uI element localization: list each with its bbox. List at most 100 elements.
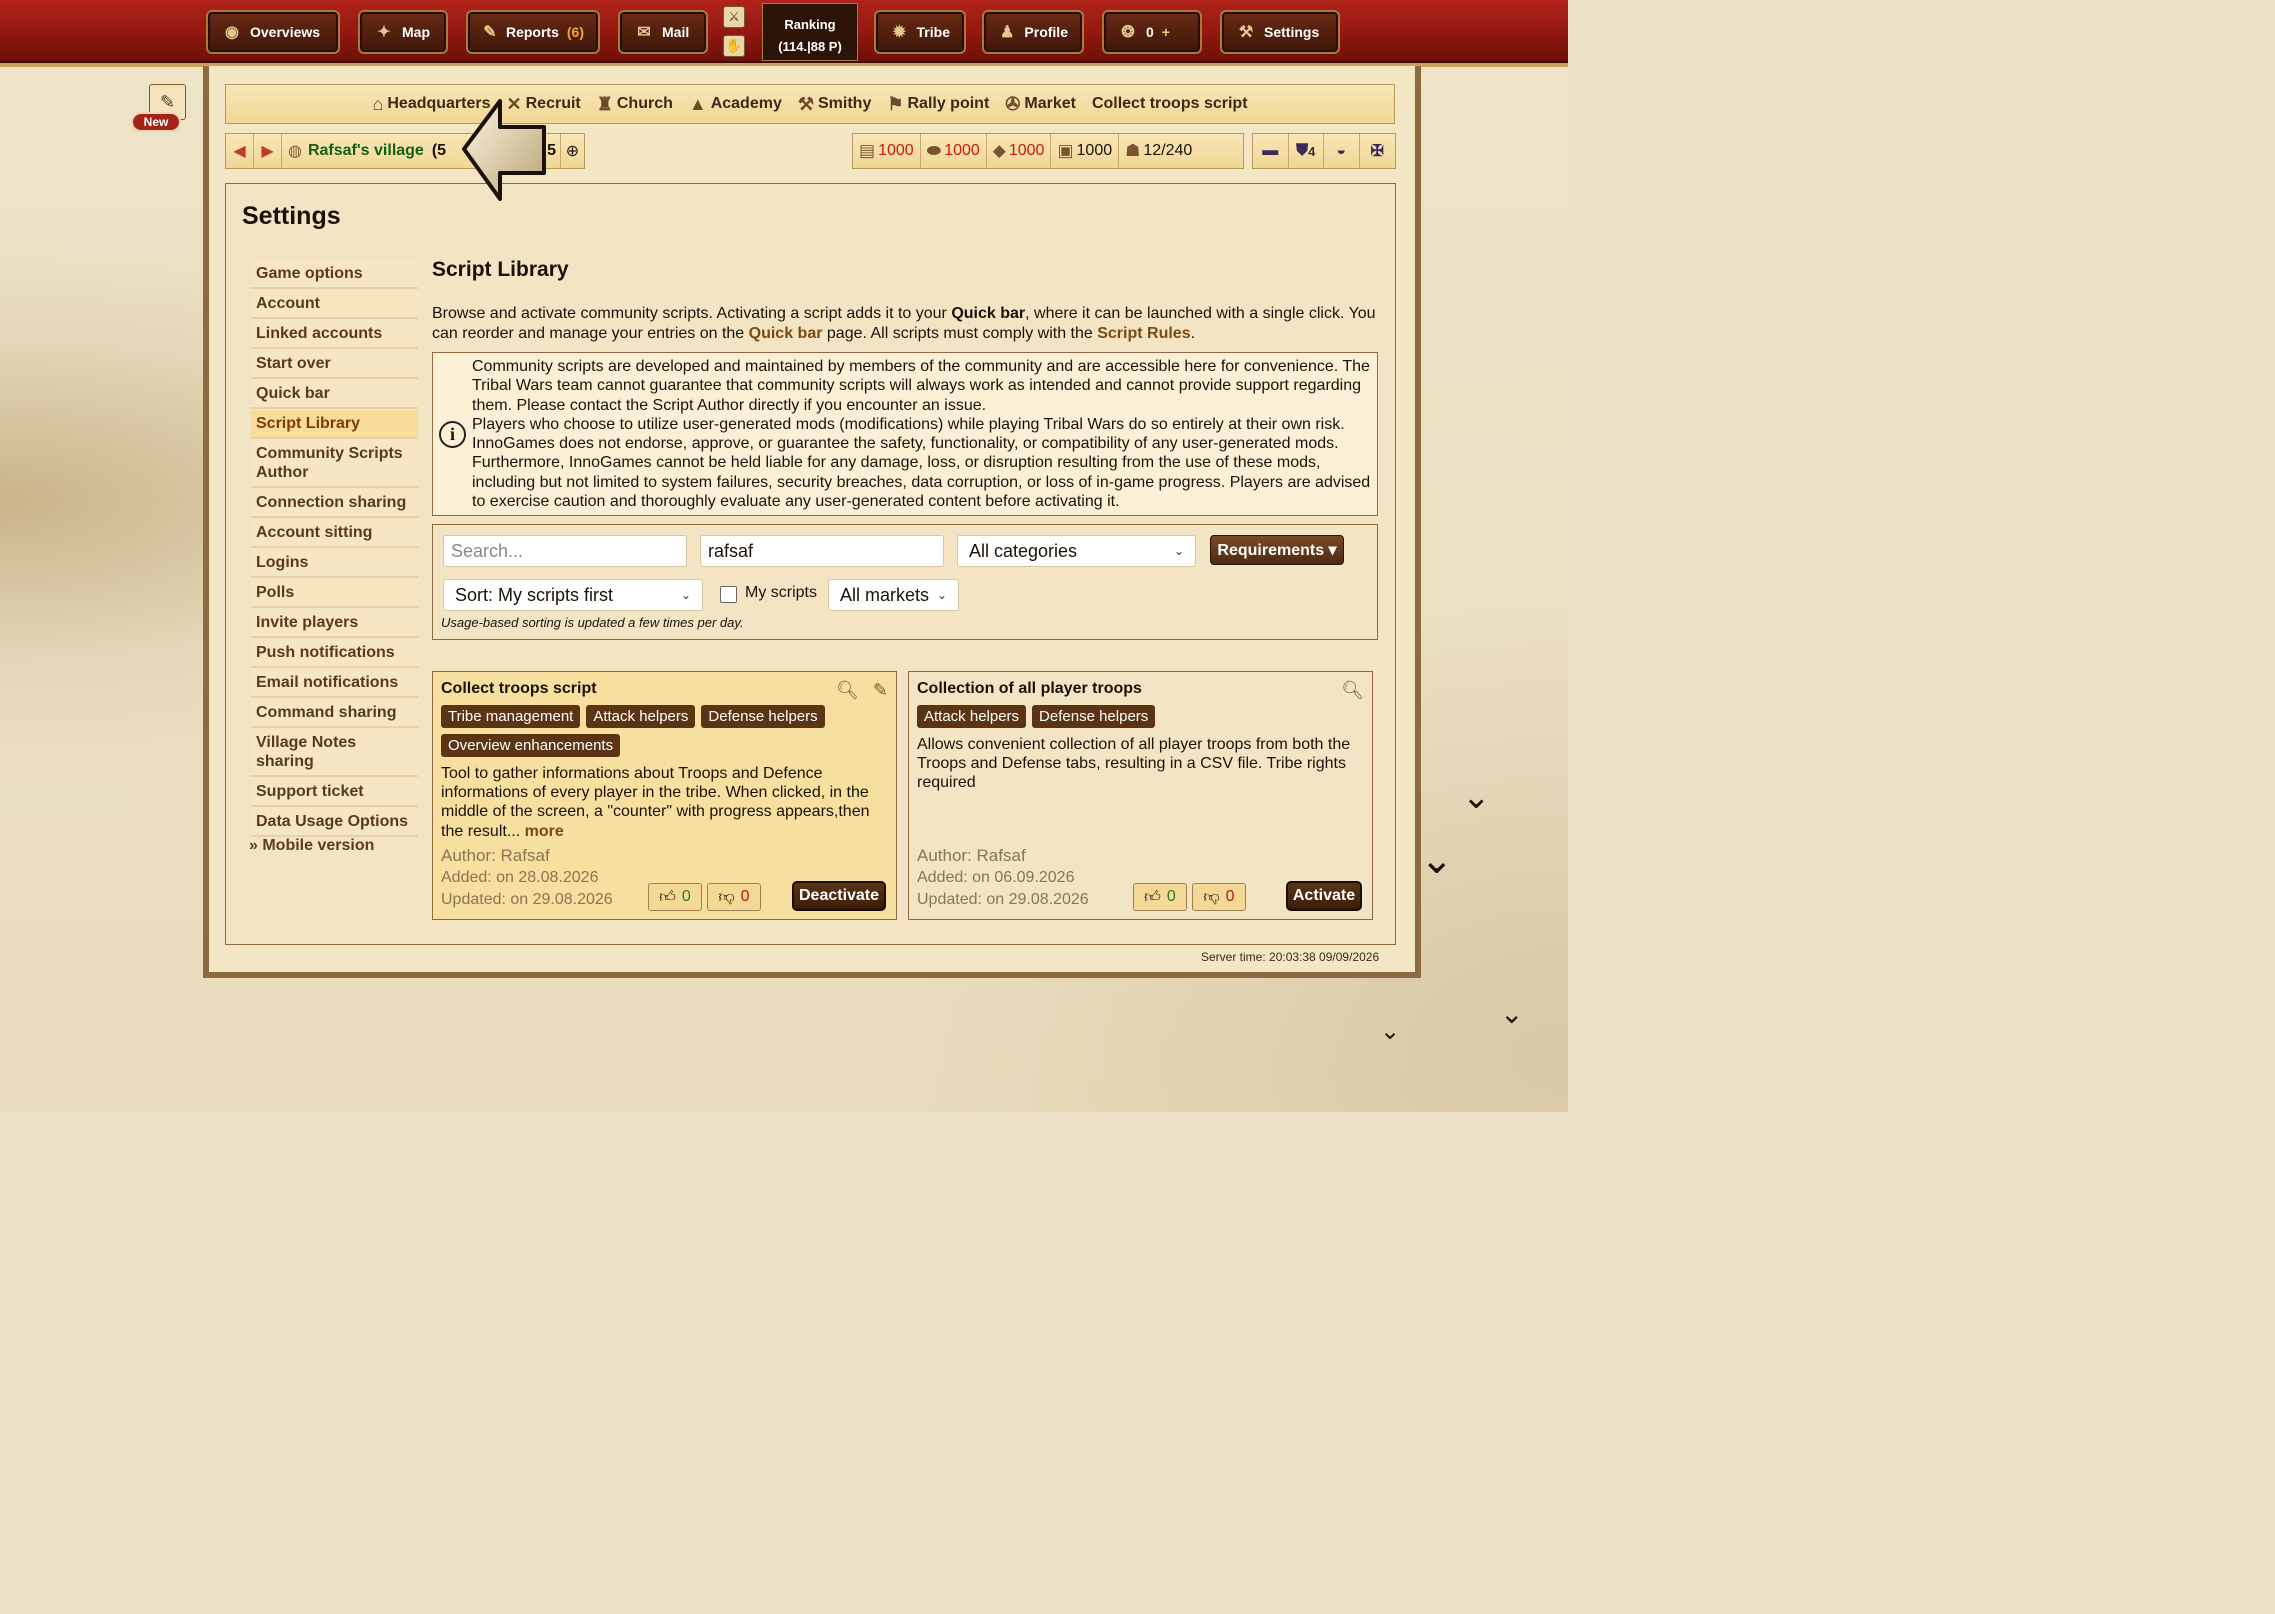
tag: Overview enhancements [441,734,621,757]
map-button[interactable]: ✦ Map [358,10,448,54]
building-academy[interactable]: ▲ Academy [681,94,790,115]
thumbs-down-icon: 👎︎ [1203,888,1220,906]
next-village-arrow-icon[interactable]: ▶ [254,134,282,168]
settings-menu: Game options Account Linked accounts Sta… [251,260,418,838]
anvil-icon: ⚒ [797,93,814,114]
downvote-button[interactable]: 👎︎ 0 [1192,883,1246,911]
my-scripts-label: My scripts [745,584,817,601]
menu-item-email-notifications[interactable]: Email notifications [251,669,418,698]
quickbar-collect-troops-script[interactable]: Collect troops script [1084,95,1256,113]
my-scripts-checkbox[interactable] [720,586,737,603]
menu-item-community-scripts-author[interactable]: Community Scripts Author [251,440,418,488]
menu-item-village-notes-sharing[interactable]: Village Notes sharing [251,729,418,777]
building-smithy[interactable]: ⚒ Smithy [790,94,879,115]
script-rules-link[interactable]: Script Rules [1097,325,1190,342]
menu-item-quick-bar[interactable]: Quick bar [251,380,418,409]
previous-village-arrow-icon[interactable]: ◀ [226,134,254,168]
farm-icon: ☗ [1125,141,1141,160]
profile-button[interactable]: ♟ Profile [982,10,1084,54]
script-author: Author: Rafsaf [917,846,1026,865]
category-select[interactable]: All categories ⌄ [957,535,1196,567]
menu-item-logins[interactable]: Logins [251,549,418,578]
menu-item-command-sharing[interactable]: Command sharing [251,699,418,728]
deactivate-button[interactable]: Deactivate [792,881,886,911]
swords-icon[interactable]: ⚔ [723,6,745,28]
menu-item-start-over[interactable]: Start over [251,350,418,379]
wheel-icon: ✇ [1005,93,1021,114]
reports-button[interactable]: ✎ Reports (6) [466,10,600,54]
script-added: Added: on 28.08.2026 [441,869,599,886]
menu-item-connection-sharing[interactable]: Connection sharing [251,489,418,518]
menu-item-push-notifications[interactable]: Push notifications [251,639,418,668]
population-resource[interactable]: ☗ 12/240 [1119,134,1198,168]
ranking-display[interactable]: Ranking (114.|88 P) [762,3,858,61]
pencil-icon[interactable]: ✎ [873,680,888,701]
tutorial-arrow-icon [462,99,546,201]
iron-resource: ◆ 1000 [987,134,1052,168]
building-bar: ⌂ Headquarters ✕ Recruit ♜ Church ▲ Academy … [225,84,1395,124]
menu-item-account-sitting[interactable]: Account sitting [251,519,418,548]
menu-item-account[interactable]: Account [251,290,418,319]
script-card: Collect troops script 🔍︎ ✎ Tribe manageme… [432,671,897,920]
bird-decoration: ⌄ [1380,1018,1401,1045]
chest-icon[interactable]: ▬ [1253,134,1289,168]
village-name[interactable]: Rafsaf's village [308,142,424,160]
quest-icon[interactable]: ✠ [1360,134,1395,168]
headquarters-icon: ⌂ [372,93,384,114]
script-title: Collection of all player troops [917,680,1142,697]
menu-item-linked-accounts[interactable]: Linked accounts [251,320,418,349]
hand-icon[interactable]: ✋ [723,35,745,57]
tribe-emblem-icon: ✹ [892,24,906,41]
building-church[interactable]: ♜ Church [589,94,681,115]
new-badge: New [131,112,181,132]
resource-bar: ▤ 1000 ⬬ 1000 ◆ 1000 ▣ 1000 ☗ 12/240 [852,133,1244,169]
downvote-button[interactable]: 👎︎ 0 [707,883,761,911]
compass-icon: ✦ [377,24,391,41]
quill-icon: ✎ [483,24,497,41]
tag: Attack helpers [586,705,696,728]
building-rally-point[interactable]: ⚑ Rally point [879,94,997,115]
more-link[interactable]: more [525,823,564,840]
disclaimer-box: i Community scripts are developed and ma… [432,352,1378,516]
storage-resource[interactable]: ▣ 1000 [1051,134,1120,168]
markets-select[interactable]: All markets ⌄ [828,579,959,611]
requirements-button[interactable]: Requirements ▾ [1210,535,1344,565]
premium-points-icon: ❂ [1121,24,1135,41]
premium-button[interactable]: ❂ 0 + [1102,10,1202,54]
wood-resource: ▤ 1000 [853,134,921,168]
activate-button[interactable]: Activate [1286,881,1362,911]
menu-item-invite-players[interactable]: Invite players [251,609,418,638]
menu-item-script-library[interactable]: Script Library [251,410,418,439]
overviews-button[interactable]: ◉ Overviews [206,10,340,54]
magnifier-icon[interactable]: 🔍︎ [1341,680,1364,701]
magnifier-icon[interactable]: 🔍︎ [836,680,859,701]
quick-bar-link[interactable]: Quick bar [749,325,823,342]
author-filter-input[interactable]: rafsaf [700,535,944,567]
tag: Defense helpers [1032,705,1156,728]
church-icon: ♜ [596,93,613,114]
script-title: Collect troops script [441,680,597,697]
shield-icon[interactable]: ⛊ 4 [1289,134,1324,168]
chevron-down-icon: ⌄ [1173,544,1184,558]
upvote-button[interactable]: 👍︎ 0 [1133,883,1187,911]
mobile-version-link[interactable]: » Mobile version [249,837,374,855]
menu-item-support-ticket[interactable]: Support ticket [251,778,418,807]
menu-item-game-options[interactable]: Game options [251,260,418,289]
intro-text: Browse and activate community scripts. A… [432,305,1376,342]
building-market[interactable]: ✇ Market [997,94,1084,115]
search-input[interactable]: Search... [443,535,687,567]
script-author: Author: Rafsaf [441,846,550,865]
sort-select[interactable]: Sort: My scripts first ⌄ [443,579,703,611]
menu-item-data-usage-options[interactable]: Data Usage Options [251,808,418,837]
envelope-icon: ✉ [637,24,651,41]
tribe-button[interactable]: ✹ Tribe [874,10,966,54]
village-dropdown-icon[interactable]: ⊕ [560,134,584,168]
section-title: Script Library [432,258,569,281]
upvote-button[interactable]: 👍︎ 0 [648,883,702,911]
settings-content: Settings Game options Account Linked acc… [225,183,1396,945]
mail-button[interactable]: ✉ Mail [618,10,708,54]
settings-button[interactable]: ⚒ Settings [1220,10,1340,54]
menu-item-polls[interactable]: Polls [251,579,418,608]
helmet-icon[interactable]: ◒ [1324,134,1360,168]
script-meta: Author: Rafsaf Added: on 06.09.2026 Upda… [917,845,1089,911]
